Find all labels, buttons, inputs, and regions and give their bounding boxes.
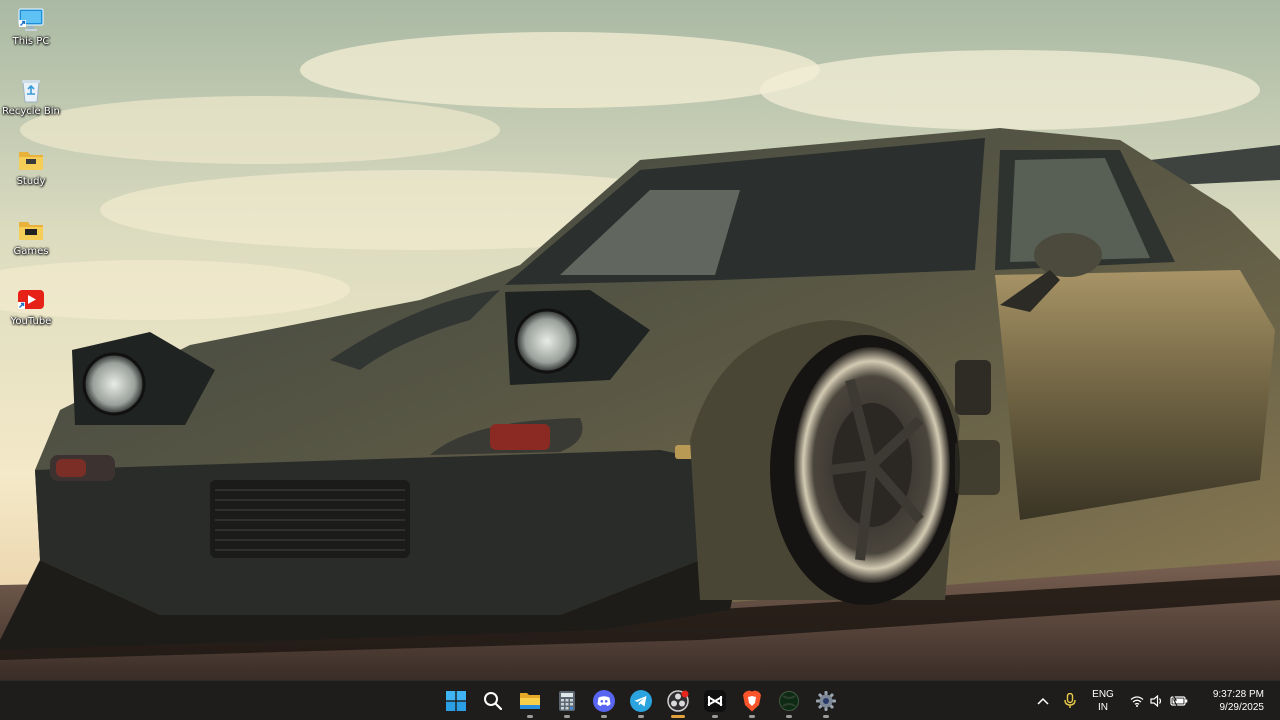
desktop-icon-this-pc[interactable]: This PC	[2, 0, 60, 62]
search-icon	[484, 692, 503, 711]
discord-icon	[593, 690, 615, 712]
taskbar-apps	[438, 681, 844, 720]
recycle-bin-icon	[17, 76, 45, 104]
quick-settings-button[interactable]	[1122, 695, 1196, 707]
taskbar-brave[interactable]	[734, 682, 770, 720]
taskbar-calculator[interactable]	[549, 682, 585, 720]
clock-time: 9:37:28 PM	[1212, 689, 1264, 700]
desktop-icon-recycle-bin[interactable]: Recycle Bin	[2, 70, 60, 132]
desktop-icon-label: Recycle Bin	[2, 106, 60, 117]
running-indicator	[786, 715, 792, 718]
youtube-shortcut-icon	[17, 286, 45, 314]
start-button[interactable]	[438, 682, 474, 720]
taskbar-file-explorer[interactable]	[512, 682, 548, 720]
desktop-icon-label: Study	[16, 176, 46, 187]
language-region: IN	[1098, 702, 1108, 713]
language-indicator[interactable]: ENG IN	[1084, 681, 1122, 720]
desktop-icon-study[interactable]: Study	[2, 140, 60, 202]
show-hidden-icons-button[interactable]	[1030, 681, 1056, 720]
search-button[interactable]	[475, 682, 511, 720]
running-indicator	[823, 715, 829, 718]
xbox-icon	[779, 691, 799, 711]
taskbar-settings[interactable]	[808, 682, 844, 720]
desktop-icon-games[interactable]: Games	[2, 210, 60, 272]
running-indicator	[601, 715, 607, 718]
running-indicator	[712, 715, 718, 718]
wifi-icon	[1130, 696, 1144, 707]
volume-icon	[1150, 695, 1162, 707]
active-indicator	[671, 715, 685, 718]
taskbar-obs[interactable]	[660, 682, 696, 720]
microphone-icon	[1064, 693, 1076, 708]
taskbar-discord[interactable]	[586, 682, 622, 720]
settings-gear-icon	[816, 691, 836, 711]
folder-icon	[17, 146, 45, 174]
capcut-icon	[704, 690, 726, 712]
running-indicator	[564, 715, 570, 718]
running-indicator	[638, 715, 644, 718]
brave-browser-icon	[743, 690, 761, 712]
desktop-wallpaper	[0, 0, 1280, 680]
clock-button[interactable]: 9:37:28 PM 9/29/2025	[1196, 681, 1280, 720]
taskbar-telegram[interactable]	[623, 682, 659, 720]
language-code: ENG	[1092, 689, 1114, 700]
telegram-icon	[630, 690, 652, 712]
file-explorer-icon	[520, 693, 540, 709]
calculator-icon	[559, 691, 575, 711]
desktop-icon-label: Games	[13, 246, 49, 257]
running-indicator	[749, 715, 755, 718]
taskbar: ENG IN 9:37:28 PM 9/29/2025	[0, 680, 1280, 720]
microphone-button[interactable]	[1056, 681, 1084, 720]
battery-charging-icon	[1170, 695, 1188, 707]
running-indicator	[527, 715, 533, 718]
folder-icon	[17, 216, 45, 244]
obs-recording-icon	[667, 690, 689, 712]
desktop-icon-youtube[interactable]: YouTube	[2, 280, 60, 342]
windows-start-icon	[446, 691, 466, 711]
system-tray: ENG IN 9:37:28 PM 9/29/2025	[1030, 681, 1280, 720]
taskbar-xbox[interactable]	[771, 682, 807, 720]
chevron-up-icon	[1037, 697, 1049, 705]
this-pc-icon	[17, 6, 45, 34]
desktop-icon-label: YouTube	[10, 316, 52, 327]
clock-date: 9/29/2025	[1219, 702, 1265, 713]
desktop-icon-label: This PC	[12, 36, 50, 47]
taskbar-capcut[interactable]	[697, 682, 733, 720]
